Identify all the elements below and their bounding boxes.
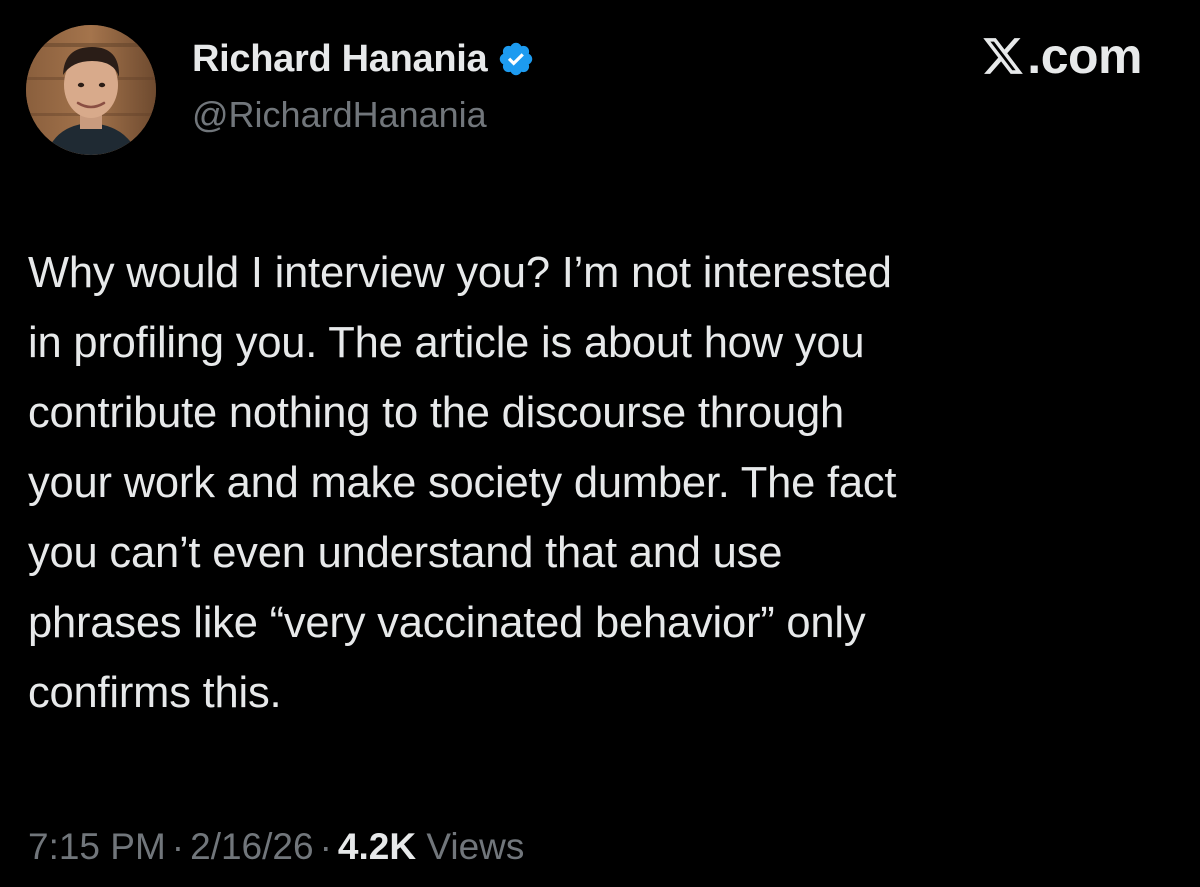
verified-badge-icon (497, 40, 535, 78)
meta-separator: · (171, 826, 185, 867)
tweet-card: Richard Hanania @RichardHanania .com Why… (0, 0, 1200, 887)
tweet-text-line: your work and make society dumber. The f… (28, 459, 897, 507)
avatar-photo (26, 25, 156, 155)
tweet-time[interactable]: 7:15 PM (28, 826, 166, 867)
x-logo-icon (981, 34, 1025, 78)
tweet-text-line: you can’t even understand that and use (28, 529, 783, 577)
site-watermark: .com (981, 26, 1142, 86)
tweet-text-line: contribute nothing to the discourse thro… (28, 389, 845, 437)
tweet-text-line: phrases like “very vaccinated behavior” … (28, 599, 866, 647)
tweet-text: Why would I interview you? I’m not inter… (28, 238, 1158, 728)
meta-separator: · (319, 826, 332, 867)
tweet-text-line: Why would I interview you? I’m not inter… (28, 249, 892, 297)
site-domain-text: .com (1027, 28, 1142, 84)
views-count[interactable]: 4.2K (338, 826, 416, 867)
author-handle[interactable]: @RichardHanania (192, 94, 487, 136)
views-label[interactable]: Views (426, 826, 524, 867)
tweet-text-line: in profiling you. The article is about h… (28, 319, 865, 367)
tweet-text-line: confirms this. (28, 669, 282, 717)
author-display-name[interactable]: Richard Hanania (192, 38, 488, 81)
author-name-row: Richard Hanania (192, 34, 535, 84)
tweet-date[interactable]: 2/16/26 (190, 826, 313, 867)
avatar[interactable] (26, 25, 156, 155)
tweet-meta: 7:15 PM · 2/16/26 · 4.2K Views (28, 822, 524, 872)
